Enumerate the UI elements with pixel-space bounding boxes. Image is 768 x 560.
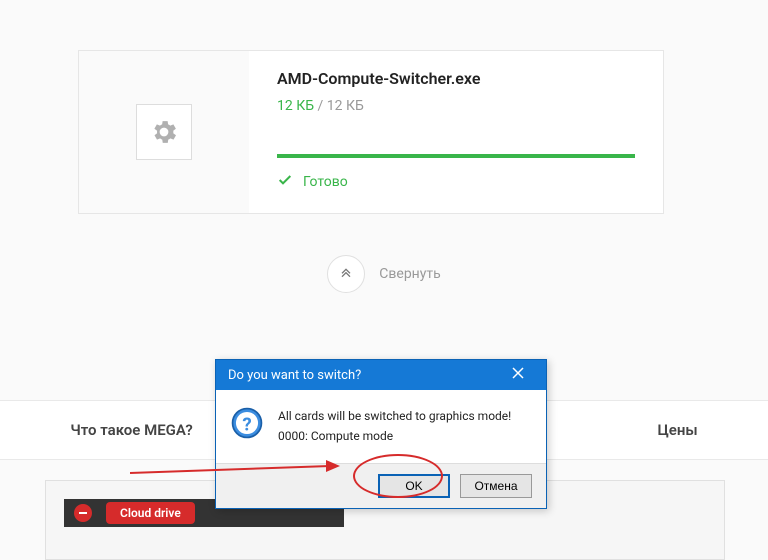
progress-bar xyxy=(277,154,635,158)
dialog-titlebar: Do you want to switch? xyxy=(216,360,546,390)
file-thumbnail xyxy=(79,51,249,213)
cancel-button[interactable]: Отмена xyxy=(460,474,532,498)
cloud-drive-label[interactable]: Cloud drive xyxy=(106,502,195,524)
chevron-up-double-icon xyxy=(338,264,354,284)
file-size: 12 КБ / 12 КБ xyxy=(277,98,635,114)
close-button[interactable] xyxy=(498,364,538,386)
file-name: AMD-Compute-Switcher.exe xyxy=(277,69,635,88)
size-done: 12 КБ xyxy=(277,98,314,114)
download-card: AMD-Compute-Switcher.exe 12 КБ / 12 КБ Г… xyxy=(78,50,664,214)
status-row: Готово xyxy=(277,172,635,192)
question-icon: ? xyxy=(230,406,264,447)
nav-item-about[interactable]: Что такое MEGA? xyxy=(70,421,192,439)
dialog-line2: 0000: Compute mode xyxy=(278,426,511,446)
download-info: AMD-Compute-Switcher.exe 12 КБ / 12 КБ Г… xyxy=(249,51,663,213)
dialog-title: Do you want to switch? xyxy=(228,368,361,383)
close-icon xyxy=(512,367,524,383)
mega-logo-icon xyxy=(74,504,92,522)
dialog-line1: All cards will be switched to graphics m… xyxy=(278,406,511,426)
collapse-button[interactable] xyxy=(327,255,365,293)
ok-button[interactable]: OK xyxy=(378,474,450,498)
dialog-message: All cards will be switched to graphics m… xyxy=(278,406,511,447)
collapse-row: Свернуть xyxy=(0,255,768,293)
svg-text:?: ? xyxy=(242,414,251,436)
nav-item-prices[interactable]: Цены xyxy=(658,421,698,439)
collapse-label: Свернуть xyxy=(379,266,440,282)
switch-dialog: Do you want to switch? ? All cards will … xyxy=(215,359,547,509)
file-icon-container xyxy=(136,104,192,160)
size-total: 12 КБ xyxy=(327,98,364,114)
status-text: Готово xyxy=(303,174,348,190)
gear-icon xyxy=(149,117,179,147)
check-icon xyxy=(277,172,293,192)
dialog-buttons: OK Отмена xyxy=(216,463,546,508)
dialog-body: ? All cards will be switched to graphics… xyxy=(216,390,546,463)
size-sep: / xyxy=(318,98,327,114)
